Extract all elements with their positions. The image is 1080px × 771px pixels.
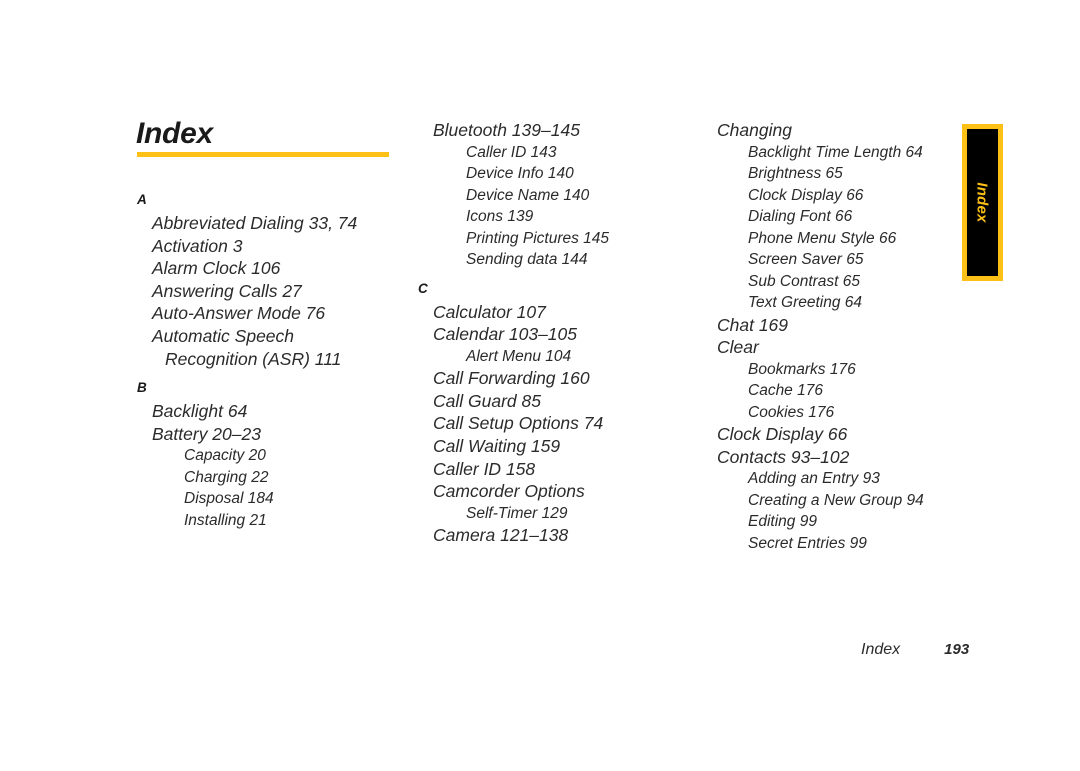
index-entry: Activation 3 — [152, 235, 243, 256]
footer-section-label: Index — [861, 641, 901, 658]
index-entry: Dialing Font 66 — [748, 208, 853, 226]
index-entry: Secret Entries 99 — [748, 534, 867, 552]
index-entry: Automatic Speech — [152, 325, 295, 346]
index-entry: Bookmarks 176 — [748, 360, 856, 378]
index-entry: Editing 99 — [748, 513, 817, 531]
index-entry: Call Forwarding 160 — [433, 368, 590, 389]
index-entry: Cookies 176 — [748, 403, 835, 421]
index-entry: Call Guard 85 — [433, 390, 541, 411]
side-tab-label: Index — [974, 182, 991, 223]
index-block-gap — [418, 271, 700, 279]
page-footer: Index 193 — [861, 641, 1021, 659]
index-entry: Charging 22 — [184, 468, 269, 486]
index-entry: Call Waiting 159 — [433, 436, 561, 457]
index-entry: Clock Display 66 — [717, 424, 848, 445]
index-entry: Printing Pictures 145 — [466, 229, 610, 247]
index-entry: Device Name 140 — [466, 186, 590, 204]
index-entry: Alert Menu 104 — [466, 347, 572, 365]
index-entry: Device Info 140 — [466, 165, 574, 183]
index-entry: Icons 139 — [466, 208, 534, 226]
index-entry: Backlight Time Length 64 — [748, 143, 923, 161]
index-entry: Battery 20–23 — [152, 423, 261, 444]
index-entry: Calendar 103–105 — [433, 324, 578, 345]
footer-page-number: 193 — [944, 641, 970, 658]
index-entry: Caller ID 143 — [466, 143, 557, 161]
index-entry: Sending data 144 — [466, 251, 588, 269]
index-column-1: A Abbreviated Dialing 33, 74 Activation 3A… — [137, 190, 405, 531]
index-entry: Call Setup Options 74 — [433, 413, 604, 434]
index-entry: Abbreviated Dialing 33, 74 — [152, 213, 358, 233]
index-entry: Disposal 184 — [184, 490, 274, 508]
index-entry: Brightness 65 — [748, 165, 843, 183]
index-entry: Chat 169 — [717, 314, 789, 335]
index-entry: Alarm Clock 106 — [152, 258, 281, 279]
index-entry: Self-Timer 129 — [466, 504, 568, 522]
index-entry: Contacts 93–102 — [717, 446, 850, 467]
index-entry: Screen Saver 65 — [748, 251, 864, 269]
index-entry: Caller ID 158 — [433, 458, 536, 479]
index-entry: Sub Contrast 65 — [748, 272, 861, 290]
index-entry: Recognition (ASR) 111 — [165, 348, 342, 369]
index-column-2: Bluetooth 139–145 Caller ID 143 Device Inf… — [418, 119, 700, 547]
index-entry: Clear — [717, 337, 759, 358]
index-entry: Backlight 64 — [152, 401, 248, 422]
index-letter-heading-b: B — [137, 380, 147, 396]
index-letter-heading-a: A — [137, 192, 147, 207]
index-entry: Adding an Entry 93 — [748, 470, 880, 488]
index-entry: Bluetooth 139–145 — [433, 120, 580, 140]
index-block-gap — [137, 370, 405, 378]
title-rule — [137, 152, 389, 157]
index-entry: Cache 176 — [748, 382, 823, 400]
index-entry: Changing — [717, 120, 792, 140]
page-title: Index — [136, 117, 213, 150]
index-entry: Clock Display 66 — [748, 186, 864, 204]
index-entry: Phone Menu Style 66 — [748, 229, 897, 247]
index-entry: Camera 121–138 — [433, 525, 569, 546]
index-entry: Creating a New Group 94 — [748, 491, 924, 509]
index-entry: Calculator 107 — [433, 301, 546, 322]
index-entry: Installing 21 — [184, 511, 267, 529]
index-entry: Auto-Answer Mode 76 — [152, 303, 326, 324]
side-tab: Index — [962, 124, 1003, 281]
index-column-3: Changing Backlight Time Length 64 Brightne… — [702, 119, 954, 554]
index-entry: Capacity 20 — [184, 447, 266, 465]
index-entry: Camcorder Options — [433, 481, 585, 502]
index-entry: Answering Calls 27 — [152, 280, 302, 301]
index-entry: Text Greeting 64 — [748, 294, 863, 312]
index-letter-heading-c: C — [418, 280, 428, 296]
